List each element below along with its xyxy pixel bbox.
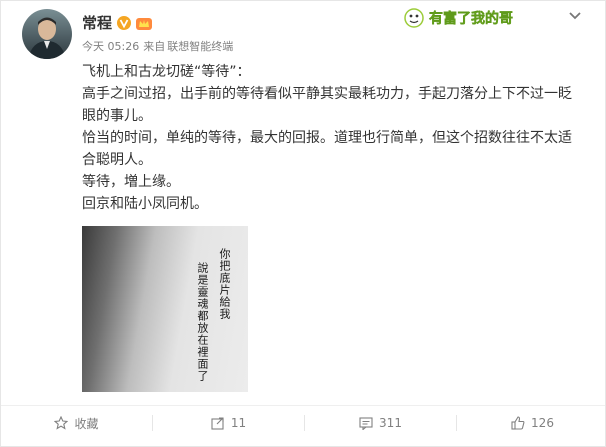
thumbs-up-icon xyxy=(511,416,525,430)
post-paragraph: 恰当的时间，单纯的等待，最大的回报。道理也行简单，但这个招数往往不太适合聪明人。 xyxy=(82,130,572,168)
repost-button[interactable]: 11 xyxy=(153,410,304,436)
image-text-line: 說是靈魂都放在裡面了 xyxy=(196,262,209,382)
repost-arrow-icon xyxy=(211,417,224,430)
vip-crown-icon[interactable] xyxy=(135,15,153,31)
post-paragraph: 飞机上和古龙切磋“等待”： xyxy=(82,64,251,80)
post-source[interactable]: 联想智能终端 xyxy=(167,40,233,53)
comment-bubble-icon xyxy=(359,417,373,430)
verified-badge-icon xyxy=(117,16,131,30)
post-paragraph: 回京和陆小凤同机。 xyxy=(82,196,208,212)
like-button[interactable]: 126 xyxy=(457,410,606,436)
comment-count: 311 xyxy=(379,416,402,430)
username-link[interactable]: 常程 xyxy=(82,13,112,33)
post-content: 飞机上和古龙切磋“等待”： 高手之间过招，出手前的等待看似平静其实最耗功力，手起… xyxy=(82,61,582,215)
cartoon-icon xyxy=(404,8,424,28)
source-prefix: 来自 xyxy=(143,40,166,53)
favorite-button[interactable]: 收藏 xyxy=(1,410,152,436)
post-paragraph: 等待，増上缘。 xyxy=(82,174,180,190)
post-paragraph: 高手之间过招，出手前的等待看似平静其实最耗功力，手起刀落分上下不过一眨眼的事儿。 xyxy=(82,86,572,124)
avatar[interactable] xyxy=(22,9,72,59)
post-meta: 今天 05:26 来自 联想智能终端 xyxy=(82,39,237,55)
decor-text: 有富了我的哥 xyxy=(429,10,513,27)
like-count: 126 xyxy=(531,416,554,430)
footer-divider xyxy=(1,405,605,406)
repost-count: 11 xyxy=(230,416,247,430)
chevron-down-icon[interactable] xyxy=(568,11,582,21)
favorite-label: 收藏 xyxy=(74,416,99,431)
decorative-banner: 有富了我的哥 xyxy=(404,8,513,28)
image-text-line: 你把底片給我 xyxy=(218,248,231,320)
comment-button[interactable]: 311 xyxy=(305,410,456,436)
weibo-post-card: 常程 今天 05:26 来自 联想智能终端 有富了我的哥 飞机上和古龙切磋“等待”：… xyxy=(0,0,606,447)
post-image[interactable]: 你把底片給我 說是靈魂都放在裡面了 xyxy=(82,226,248,392)
action-bar: 收藏 11 311 126 xyxy=(1,410,605,436)
star-icon xyxy=(54,416,69,430)
post-timestamp[interactable]: 今天 05:26 xyxy=(82,40,139,53)
